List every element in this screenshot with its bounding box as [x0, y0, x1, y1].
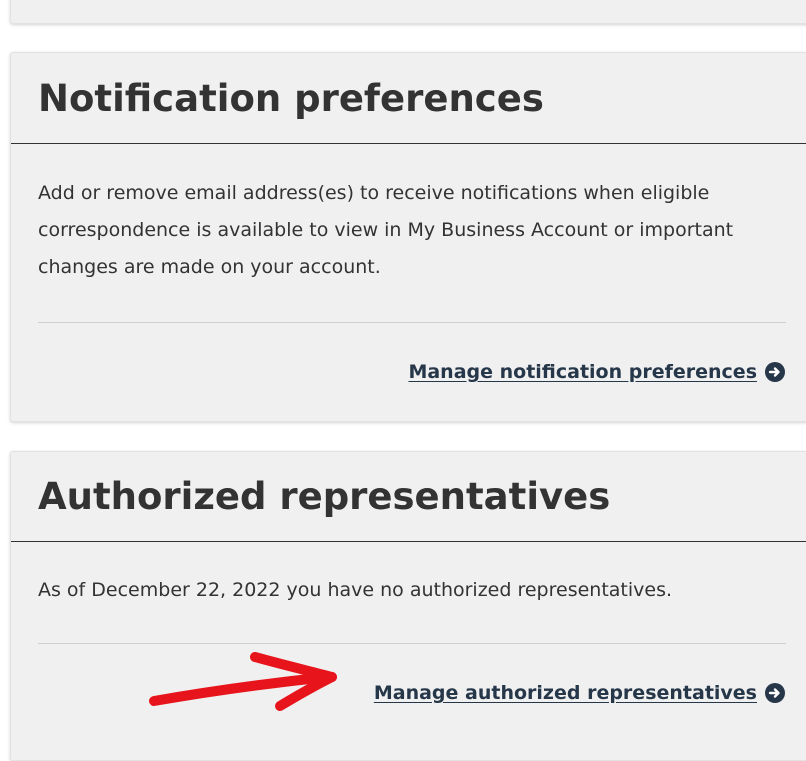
previous-panel-bottom — [10, 0, 806, 24]
notification-preferences-panel: Notification preferences Add or remove e… — [10, 52, 806, 422]
circle-arrow-right-icon — [765, 683, 785, 703]
notification-preferences-description: Add or remove email address(es) to recei… — [38, 182, 734, 278]
notification-preferences-body: Add or remove email address(es) to recei… — [11, 144, 806, 286]
manage-notification-preferences-link[interactable]: Manage notification preferences — [408, 361, 785, 383]
circle-arrow-right-icon — [765, 362, 785, 382]
authorized-representatives-heading: Authorized representatives — [11, 452, 806, 542]
authorized-representatives-panel: Authorized representatives As of Decembe… — [10, 451, 806, 761]
authorized-representatives-divider — [38, 643, 786, 644]
authorized-representatives-description: As of December 22, 2022 you have no auth… — [38, 579, 673, 601]
manage-authorized-representatives-link[interactable]: Manage authorized representatives — [374, 682, 785, 704]
manage-notification-preferences-label: Manage notification preferences — [408, 361, 757, 383]
authorized-representatives-body: As of December 22, 2022 you have no auth… — [11, 542, 806, 609]
manage-authorized-representatives-label: Manage authorized representatives — [373, 682, 757, 704]
notification-preferences-divider — [38, 322, 786, 323]
notification-preferences-heading: Notification preferences — [11, 53, 806, 144]
